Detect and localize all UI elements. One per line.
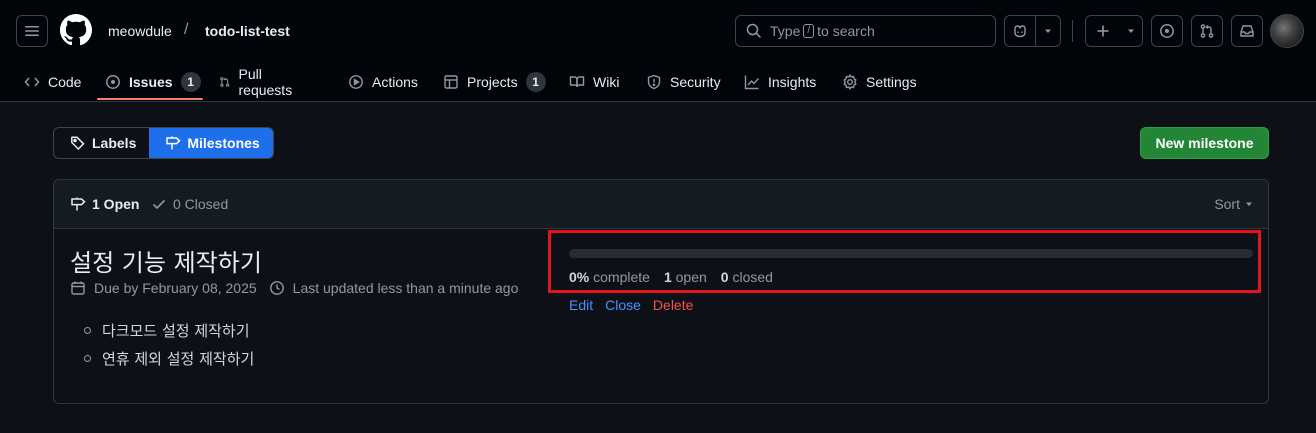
breadcrumb-separator: /	[184, 21, 189, 38]
milestone-icon	[166, 136, 181, 150]
sort-label: Sort	[1214, 196, 1240, 212]
hamburger-icon	[25, 26, 39, 36]
selected-tab-indicator	[97, 98, 203, 100]
graph-icon	[744, 75, 760, 90]
tab-actions[interactable]: Actions	[348, 62, 418, 102]
close-milestone-link[interactable]: Close	[605, 297, 641, 313]
labels-label: Labels	[92, 135, 137, 151]
labels-milestones-segmented-control: Labels Milestones	[53, 127, 274, 159]
edit-milestone-link[interactable]: Edit	[569, 297, 593, 313]
sort-dropdown[interactable]: Sort	[1214, 180, 1254, 228]
new-milestone-button[interactable]: New milestone	[1140, 127, 1269, 159]
tab-pull-requests[interactable]: Pull requests	[219, 62, 297, 102]
breadcrumb-repo[interactable]: todo-list-test	[205, 23, 290, 39]
list-item: 연휴 제외 설정 제작하기	[84, 348, 254, 376]
git-pull-request-icon	[1200, 24, 1214, 38]
tab-insights[interactable]: Insights	[744, 62, 816, 102]
search-prefix: Type	[770, 23, 801, 39]
check-icon	[152, 199, 166, 210]
tab-label: Wiki	[593, 74, 620, 90]
tab-wiki[interactable]: Wiki	[569, 62, 619, 102]
search-input[interactable]: Type / to search	[735, 15, 996, 47]
inbox-icon	[1240, 25, 1254, 37]
milestone-actions: Edit Close Delete	[569, 297, 693, 313]
github-logo-icon[interactable]	[60, 14, 92, 46]
shield-icon	[647, 74, 661, 90]
inbox-button[interactable]	[1231, 15, 1263, 47]
closed-count-label: 0 Closed	[173, 196, 229, 212]
milestone-last-updated: Last updated less than a minute ago	[292, 280, 519, 296]
projects-count-badge: 1	[525, 72, 546, 92]
tab-label: Security	[670, 74, 721, 90]
chevron-down-icon	[1246, 202, 1252, 206]
copilot-button[interactable]	[1004, 15, 1061, 47]
tab-security[interactable]: Security	[646, 62, 721, 102]
closed-milestones-filter[interactable]: 0 Closed	[151, 180, 228, 228]
play-icon	[349, 75, 363, 89]
labels-button[interactable]: Labels	[54, 128, 149, 158]
tab-issues[interactable]: Issues 1	[105, 62, 201, 102]
menu-button[interactable]	[16, 15, 48, 47]
issues-shortcut-button[interactable]	[1151, 15, 1183, 47]
search-shortcut-key: /	[803, 24, 815, 38]
milestone-description: 다크모드 설정 제작하기 연휴 제외 설정 제작하기	[84, 320, 254, 376]
delete-milestone-link[interactable]: Delete	[653, 297, 693, 313]
copilot-icon[interactable]	[1005, 16, 1037, 46]
book-icon	[569, 76, 585, 88]
open-count-label: 1 Open	[92, 196, 140, 212]
issues-count-badge: 1	[180, 72, 201, 92]
milestones-label: Milestones	[187, 135, 260, 151]
open-milestones-filter[interactable]: 1 Open	[70, 180, 139, 228]
app-header: meowdule / todo-list-test Type / to sear…	[0, 0, 1316, 102]
search-icon	[746, 23, 762, 39]
issue-opened-icon	[106, 75, 120, 89]
plus-icon	[1086, 16, 1120, 46]
tab-label: Insights	[768, 74, 817, 90]
tab-projects[interactable]: Projects 1	[443, 62, 546, 102]
tab-label: Code	[48, 74, 82, 90]
list-item: 다크모드 설정 제작하기	[84, 320, 254, 348]
tag-icon	[71, 136, 85, 151]
issue-opened-icon	[1160, 24, 1174, 38]
breadcrumb-owner[interactable]: meowdule	[108, 23, 172, 39]
calendar-icon	[71, 281, 85, 295]
milestone-icon	[71, 197, 86, 211]
code-icon	[24, 77, 40, 87]
header-divider	[1072, 20, 1073, 42]
tab-label: Pull requests	[238, 66, 293, 98]
avatar[interactable]	[1270, 14, 1304, 48]
git-pull-request-icon	[220, 77, 230, 87]
highlight-box	[548, 230, 1261, 293]
milestone-title[interactable]: 설정 기능 제작하기	[70, 243, 262, 278]
milestone-due-date: Due by February 08, 2025	[94, 280, 257, 296]
chevron-down-icon[interactable]	[1036, 16, 1060, 46]
search-suffix: to search	[817, 23, 875, 39]
tab-settings[interactable]: Settings	[842, 62, 917, 102]
tab-label: Issues	[129, 74, 173, 90]
clock-icon	[269, 281, 284, 295]
create-new-button[interactable]	[1085, 15, 1143, 47]
table-icon	[444, 75, 458, 89]
tab-label: Settings	[866, 74, 917, 90]
tab-label: Actions	[372, 74, 418, 90]
pull-requests-shortcut-button[interactable]	[1191, 15, 1223, 47]
tab-code[interactable]: Code	[24, 62, 81, 102]
gear-icon	[843, 74, 857, 90]
tab-label: Projects	[467, 74, 518, 90]
milestone-meta: Due by February 08, 2025 Last updated le…	[70, 280, 518, 296]
milestones-button[interactable]: Milestones	[149, 128, 273, 158]
chevron-down-icon	[1120, 16, 1142, 46]
milestones-list-header: 1 Open 0 Closed Sort	[54, 180, 1268, 229]
